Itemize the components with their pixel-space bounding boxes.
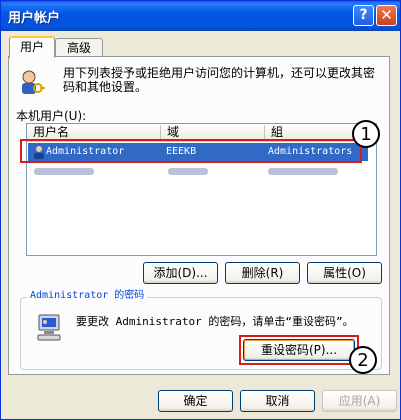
intro-text: 用下列表授予或拒绝用户访问您的计算机，还可以更改其密码和其他设置。 <box>63 66 376 94</box>
annotation-highlight-1 <box>20 139 362 163</box>
close-button[interactable]: ✕ <box>376 5 397 26</box>
column-header-domain[interactable]: 域 <box>167 125 265 140</box>
properties-button[interactable]: 属性(O) <box>307 262 382 284</box>
annotation-highlight-2 <box>239 335 359 365</box>
list-item-obscured[interactable] <box>28 162 368 180</box>
user-keys-icon <box>22 70 45 94</box>
obscured-group <box>268 168 338 175</box>
cancel-button[interactable]: 取消 <box>240 390 315 412</box>
window-title: 用户帐户 <box>8 11 61 26</box>
tab-users[interactable]: 用户 <box>9 36 55 58</box>
computer-password-icon <box>37 314 61 341</box>
delete-user-button[interactable]: 删除(R) <box>225 262 300 284</box>
obscured-domain <box>168 168 208 175</box>
title-bar[interactable]: 用户帐户 ? ✕ <box>1 1 400 31</box>
annotation-badge-1: 1 <box>352 120 380 148</box>
help-button[interactable]: ? <box>353 5 374 26</box>
tab-advanced[interactable]: 高级 <box>55 38 103 58</box>
annotation-badge-2: 2 <box>349 346 377 374</box>
column-header-username[interactable]: 用户名 <box>33 125 161 140</box>
add-user-button[interactable]: 添加(D)... <box>143 262 218 284</box>
local-users-label: 本机用户(U): <box>16 109 87 123</box>
password-group-legend: Administrator 的密码 <box>27 289 148 303</box>
password-instruction: 要更改 Administrator 的密码，请单击“重设密码”。 <box>76 315 354 328</box>
ok-button[interactable]: 确定 <box>158 390 233 412</box>
apply-button[interactable]: 应用(A) <box>322 390 397 412</box>
obscured-user-name <box>34 168 94 175</box>
